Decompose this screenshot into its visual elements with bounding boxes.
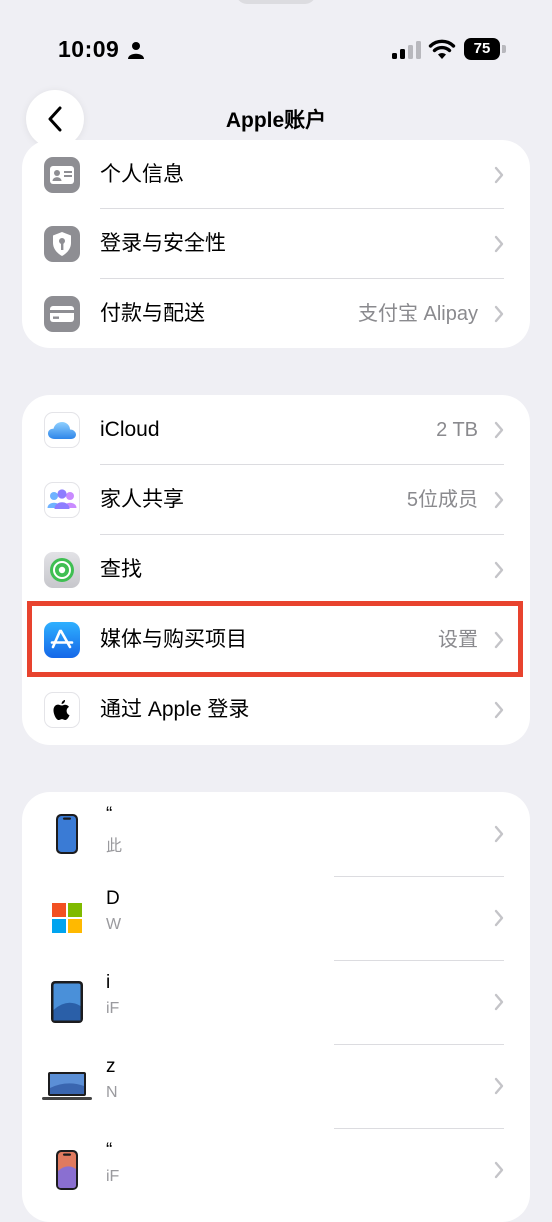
device-row[interactable]: “ iF [22, 1128, 530, 1212]
row-label: 通过 Apple 登录 [100, 698, 250, 721]
device-row[interactable]: i iF [22, 960, 530, 1044]
iphone-icon [46, 810, 88, 858]
chevron-right-icon [494, 1161, 504, 1179]
device-subtitle: 此 [106, 838, 123, 855]
chevron-right-icon [494, 305, 504, 323]
find-my-icon [44, 552, 80, 588]
device-name: “ [106, 804, 113, 825]
page-title: Apple账户 [225, 109, 327, 132]
row-payment-shipping[interactable]: 付款与配送 支付宝 Alipay [22, 279, 530, 348]
row-sign-in-with-apple[interactable]: 通过 Apple 登录 [22, 675, 530, 745]
chevron-right-icon [494, 701, 504, 719]
person-icon [128, 42, 144, 59]
status-bar: 10:09 75 [0, 0, 552, 100]
device-row[interactable]: D W [22, 876, 530, 960]
row-find-my[interactable]: 查找 [22, 535, 530, 605]
device-subtitle: iF [106, 1000, 120, 1017]
row-value: 5位成员 [406, 489, 478, 511]
family-sharing-icon [44, 482, 80, 518]
device-row[interactable]: z N [22, 1044, 530, 1128]
cellular-signal-icon [392, 41, 421, 59]
ipad-icon [46, 978, 88, 1026]
device-name: “ [106, 1140, 113, 1161]
row-label: 家人共享 [100, 488, 184, 511]
devices-group: “ 此 D W i iF z N “ iF [22, 792, 530, 1222]
row-value: 2 TB [436, 419, 478, 441]
chevron-right-icon [494, 825, 504, 843]
id-card-icon [44, 157, 80, 193]
battery-indicator: 75 [464, 38, 508, 60]
chevron-right-icon [494, 561, 504, 579]
chevron-right-icon [494, 909, 504, 927]
row-family-sharing[interactable]: 家人共享 5位成员 [22, 465, 530, 535]
macbook-icon [42, 1062, 92, 1110]
chevron-right-icon [494, 993, 504, 1011]
status-time: 10:09 [58, 36, 120, 62]
device-subtitle: iF [106, 1168, 120, 1185]
device-subtitle: W [106, 916, 122, 933]
chevron-right-icon [494, 235, 504, 253]
row-label: 登录与安全性 [100, 232, 226, 255]
row-label: 付款与配送 [100, 302, 205, 325]
row-label: 查找 [100, 558, 142, 581]
device-row[interactable]: “ 此 [22, 792, 530, 876]
chevron-right-icon [494, 166, 504, 184]
battery-level: 75 [464, 38, 500, 60]
row-sign-in-security[interactable]: 登录与安全性 [22, 209, 530, 279]
row-label: 个人信息 [100, 163, 184, 186]
highlight-box [27, 601, 523, 677]
device-name: i [106, 972, 111, 993]
apple-logo-icon [44, 692, 80, 728]
row-personal-info[interactable]: 个人信息 [22, 140, 530, 210]
iphone-icon [46, 1146, 88, 1194]
row-icloud[interactable]: iCloud 2 TB [22, 395, 530, 465]
device-name: z [106, 1056, 116, 1077]
device-name: D [106, 888, 120, 909]
device-subtitle: N [106, 1084, 118, 1101]
dynamic-island [236, 0, 316, 4]
windows-logo-icon [46, 894, 88, 942]
row-label: iCloud [100, 418, 160, 441]
chevron-right-icon [494, 421, 504, 439]
chevron-right-icon [494, 491, 504, 509]
chevron-right-icon [494, 1077, 504, 1095]
wifi-icon [428, 39, 456, 59]
row-value: 支付宝 Alipay [357, 303, 478, 325]
battery-cap [502, 45, 506, 53]
icloud-icon [44, 412, 80, 448]
services-group: iCloud 2 TB 家人共享 5位成员 查找 媒体与购买项目 设置 通过 A… [22, 395, 530, 745]
account-settings-group: 个人信息 登录与安全性 付款与配送 支付宝 Alipay [22, 140, 530, 348]
shield-key-icon [44, 226, 80, 262]
credit-card-icon [44, 296, 80, 332]
